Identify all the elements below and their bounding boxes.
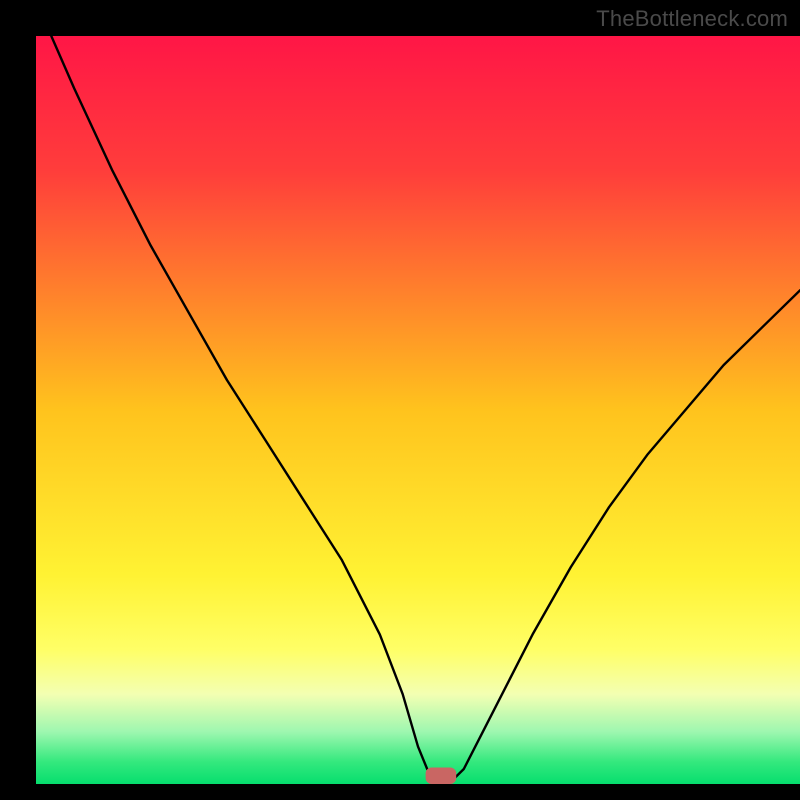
watermark-label: TheBottleneck.com xyxy=(596,6,788,32)
chart-frame: TheBottleneck.com xyxy=(0,0,800,800)
bottleneck-chart xyxy=(0,0,800,800)
optimal-marker xyxy=(426,768,457,785)
